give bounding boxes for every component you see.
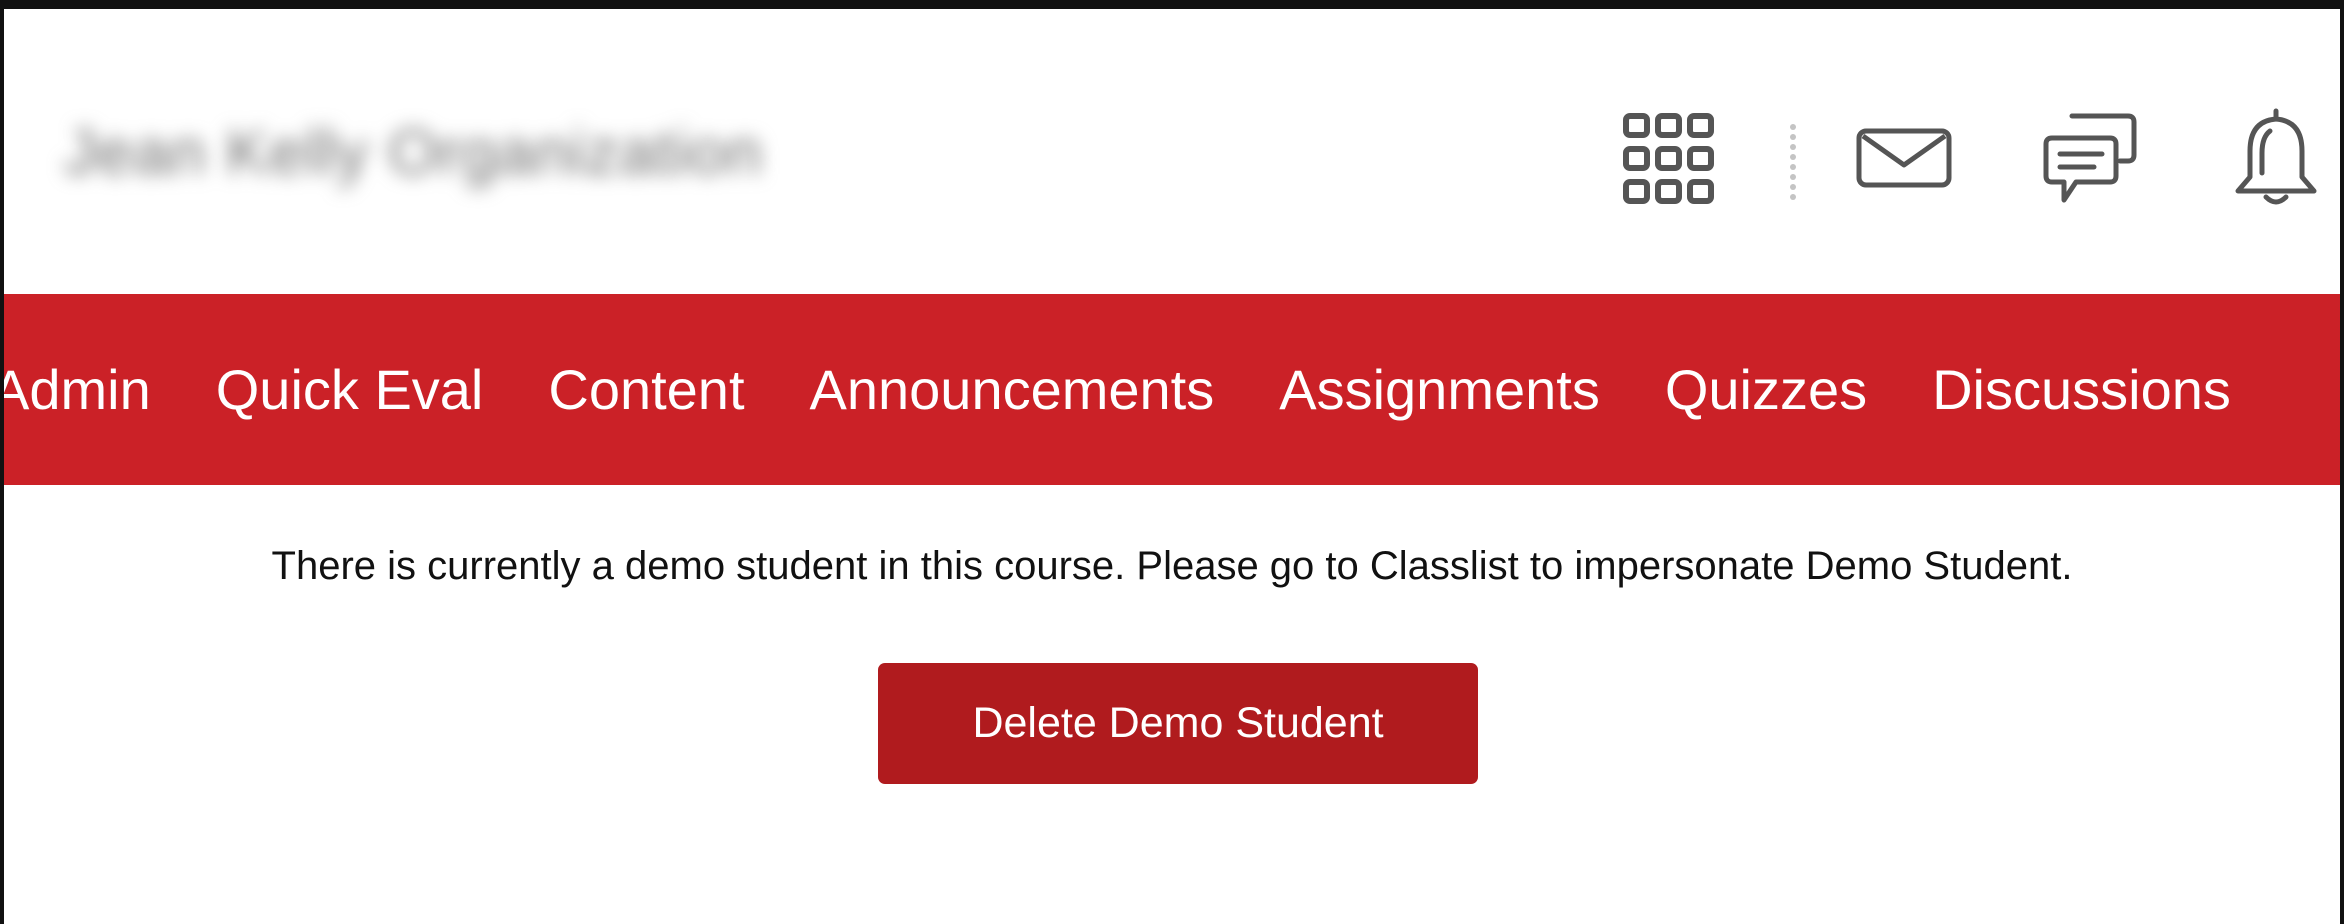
- course-navbar: Admin Quick Eval Content Announcements A…: [4, 294, 2340, 485]
- nav-item-admin[interactable]: Admin: [4, 361, 151, 418]
- nav-list: Admin Quick Eval Content Announcements A…: [4, 294, 2296, 485]
- nav-item-announcements[interactable]: Announcements: [810, 361, 1215, 418]
- nav-item-discussions[interactable]: Discussions: [1932, 361, 2231, 418]
- nav-item-content[interactable]: Content: [548, 361, 744, 418]
- nav-item-quizzes[interactable]: Quizzes: [1665, 361, 1867, 418]
- waffle-icon[interactable]: [1622, 112, 1716, 206]
- organization-name[interactable]: Jean Kelly Organization: [64, 115, 763, 189]
- chat-icon[interactable]: [2040, 110, 2140, 210]
- bell-icon[interactable]: [2232, 107, 2320, 207]
- mail-icon[interactable]: [1855, 127, 1953, 189]
- nav-item-assignments[interactable]: Assignments: [1279, 361, 1600, 418]
- nav-item-quick-eval[interactable]: Quick Eval: [216, 361, 484, 418]
- browser-frame: Jean Kelly Organization Admin Quick Eval…: [0, 0, 2344, 924]
- demo-student-notice: There is currently a demo student in thi…: [271, 544, 2073, 588]
- divider-dots: [1788, 123, 1798, 201]
- delete-demo-student-button[interactable]: Delete Demo Student: [878, 663, 1478, 784]
- top-header: Jean Kelly Organization: [4, 9, 2340, 291]
